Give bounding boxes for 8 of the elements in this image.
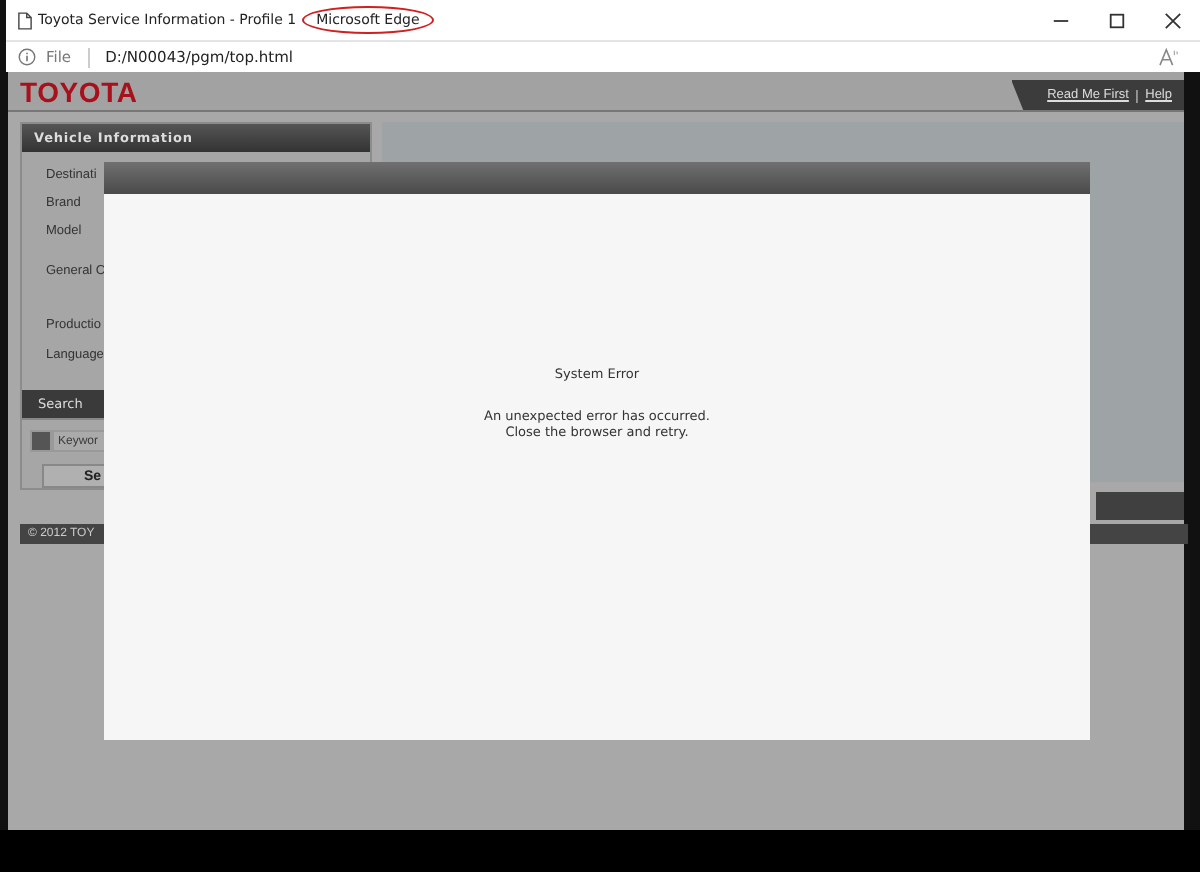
right-bar — [1096, 492, 1184, 520]
info-icon[interactable] — [18, 48, 36, 66]
toyota-logo: TOYOTA — [20, 75, 138, 107]
maximize-icon — [1107, 11, 1125, 29]
read-aloud-icon[interactable] — [1158, 48, 1180, 66]
checkbox[interactable] — [30, 430, 52, 453]
page-icon — [18, 11, 32, 29]
close-icon — [1163, 11, 1181, 29]
